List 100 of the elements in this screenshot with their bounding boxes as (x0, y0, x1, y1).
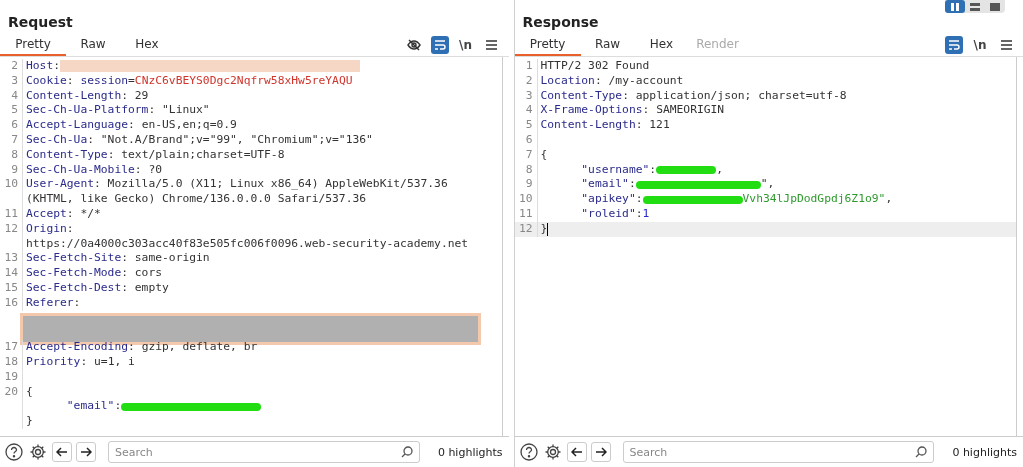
header-name: Accept-Language (26, 118, 129, 133)
left-arrow-icon (570, 446, 583, 458)
code-text: : /my-account (594, 73, 684, 89)
help-icon[interactable] (518, 442, 539, 462)
header-name: Sec-Fetch-Dest (26, 280, 122, 296)
header-name: Host (26, 59, 54, 74)
code-text: : (635, 192, 643, 207)
line-number: 9 (0, 162, 23, 178)
key-name: session (80, 73, 129, 89)
header-name: Content-Length (26, 88, 122, 104)
line-number: 7 (514, 147, 538, 163)
highlights-count: 0 highlights (952, 445, 1017, 459)
line-number: 20 (0, 384, 23, 400)
header-name: Content-Length (540, 118, 636, 133)
line-number: 17 (0, 340, 23, 355)
line-number: 6 (0, 118, 23, 133)
line-number: 12 (0, 221, 23, 237)
right-arrow-icon (80, 446, 92, 458)
code-text: : application/json; charset=utf-8 (622, 88, 847, 104)
header-name: Accept (26, 206, 67, 222)
back-button[interactable] (52, 442, 72, 462)
highlights-count: 0 highlights (437, 445, 503, 459)
header-name: Referer (26, 295, 74, 311)
wrap-button[interactable] (945, 36, 963, 54)
line-number: 7 (0, 133, 23, 148)
code-text: : en-US,en;q=0.9 (128, 118, 237, 133)
line-number: 8 (514, 162, 538, 178)
newline-button[interactable]: \n (456, 36, 475, 54)
tab[interactable]: Pretty (0, 34, 66, 56)
code-text: ", (760, 177, 775, 193)
line-number: 4 (514, 103, 538, 119)
code-text: : (73, 295, 81, 311)
code-text: } (540, 221, 548, 237)
header-name: Origin (26, 221, 67, 237)
tab[interactable]: Hex (634, 34, 689, 56)
key-name: "email" (581, 177, 629, 193)
header-name: Content-Type (26, 147, 108, 163)
code-text: , (885, 192, 893, 207)
text-cursor (547, 222, 549, 236)
line-number: 9 (514, 177, 538, 193)
header-name: Sec-Ch-Ua-Mobile (26, 162, 135, 178)
line-number: 14 (0, 266, 23, 281)
back-button[interactable] (566, 442, 587, 462)
line-number: 1 (514, 59, 538, 74)
line-number: 15 (0, 280, 23, 296)
code-text: : (649, 162, 657, 178)
code-text: : (628, 177, 636, 193)
header-name: Sec-Fetch-Mode (26, 266, 122, 281)
tab[interactable]: Raw (66, 34, 120, 56)
square-icon (990, 2, 1000, 11)
code-text: : (53, 59, 61, 74)
layout-button[interactable] (945, 0, 965, 13)
code-text: : ?0 (134, 162, 163, 178)
search-field[interactable]: Search (622, 441, 935, 463)
search-icon (400, 446, 413, 458)
forward-button[interactable] (76, 442, 96, 462)
line-number: 4 (0, 88, 23, 104)
tab[interactable]: Hex (120, 34, 174, 56)
tab[interactable]: Raw (580, 34, 635, 56)
line-number: 19 (0, 369, 23, 385)
forward-button[interactable] (590, 442, 611, 462)
wrap-button[interactable] (430, 36, 449, 54)
code-text: } (26, 414, 33, 429)
code-text: (KHTML, like Gecko) Chrome/136.0.0.0 Safari/537.36 (26, 192, 367, 207)
panel-title: Response (522, 14, 599, 32)
code-text: : 29 (121, 88, 149, 104)
line-number: 13 (0, 251, 23, 267)
redacted-scribble (656, 165, 717, 174)
search-field[interactable]: Search (108, 441, 420, 463)
header-name: Sec-Ch-Ua (26, 133, 88, 148)
line-number: 2 (514, 73, 538, 89)
wrap-icon (433, 39, 446, 51)
code-text: 1 (642, 206, 650, 222)
line-number: 5 (514, 118, 538, 133)
header-name: Content-Type (540, 88, 623, 104)
header-name: Accept-Encoding (26, 340, 129, 355)
header-name: Sec-Fetch-Site (26, 251, 122, 267)
settings-icon[interactable] (28, 442, 48, 462)
code-text: : empty (121, 280, 169, 296)
line-number: 16 (0, 295, 23, 311)
code-text: : Mozilla/5.0 (X11; Linux x86_64) AppleWebKit/537.36 (94, 177, 448, 193)
code-text: : text/plain;charset=UTF-8 (107, 147, 285, 163)
header-name: Priority (26, 354, 81, 370)
code-text: HTTP/2 302 Found (540, 59, 650, 74)
code-text: : 121 (635, 118, 670, 133)
code-text: : u=1, i (80, 354, 135, 370)
panel-title: Request (8, 14, 73, 32)
line-number: 5 (0, 103, 23, 119)
code-text: https://0a4000c303acc40f83e505fc006f0096.web-security-academy.net (26, 236, 469, 252)
newline-button[interactable]: \n (971, 36, 989, 54)
code-text: : gzip, deflate, br (128, 340, 258, 355)
code-text: { (540, 147, 548, 163)
line-number: 3 (0, 73, 23, 89)
columns-icon (950, 2, 960, 11)
header-name: Sec-Ch-Ua-Platform (26, 103, 149, 119)
code-text: Vvh34lJpDodGpdj6Z1o9" (742, 192, 886, 207)
tab[interactable]: Pretty (514, 34, 581, 56)
code-text: : "Linux" (148, 103, 210, 119)
help-icon[interactable] (4, 442, 24, 462)
line-number: 11 (514, 206, 538, 222)
